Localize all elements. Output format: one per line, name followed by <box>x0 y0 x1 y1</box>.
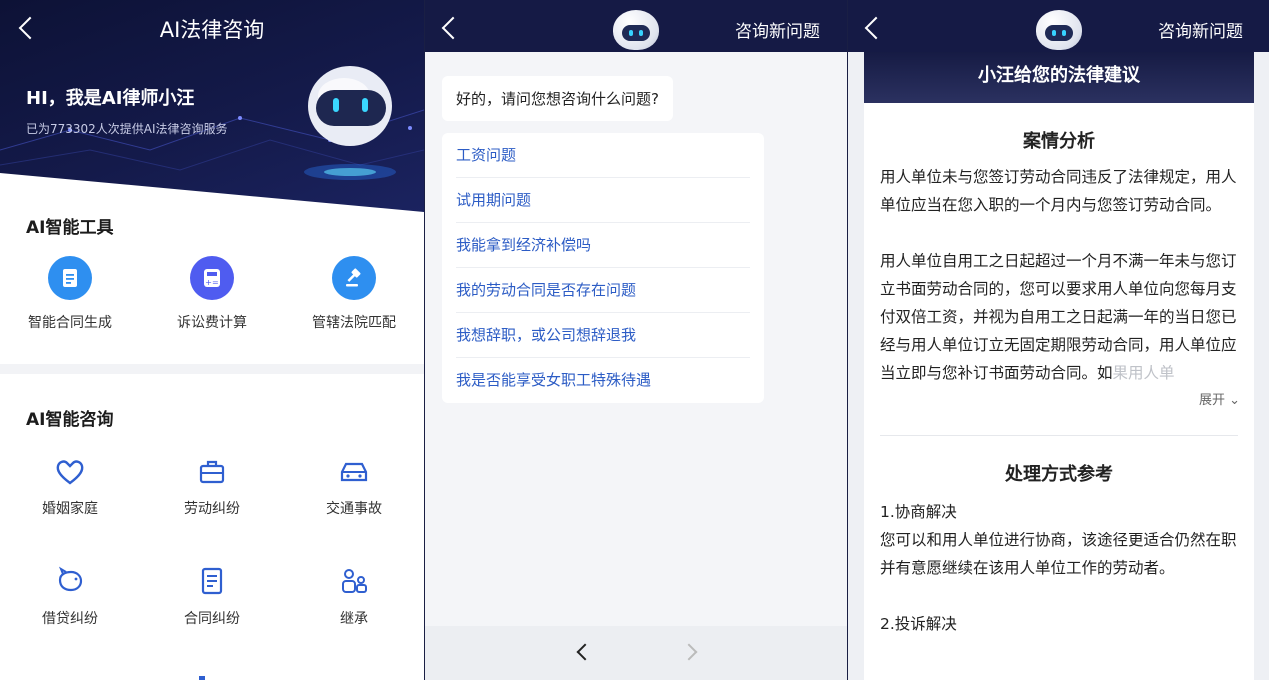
section-divider <box>880 435 1238 436</box>
document-icon <box>48 256 92 300</box>
car-icon <box>340 462 368 482</box>
robot-mascot <box>306 60 394 148</box>
analysis-collapsed-block: 用人单位自用工之日起超过一个月不满一年未与您订立书面劳动合同的，您可以要求用人单… <box>864 247 1254 415</box>
analysis-paragraph-2: 用人单位自用工之日起超过一个月不满一年未与您订立书面劳动合同的，您可以要求用人单… <box>880 252 1237 382</box>
new-question-button[interactable]: 咨询新问题 <box>1158 17 1243 42</box>
question-option[interactable]: 我能拿到经济补偿吗 <box>456 223 750 268</box>
tool-contract-generation[interactable]: 智能合同生成 <box>10 256 130 332</box>
contract-icon <box>201 567 223 595</box>
question-option[interactable]: 我是否能享受女职工特殊待遇 <box>456 358 750 403</box>
tool-label: 管辖法院匹配 <box>312 315 396 331</box>
tool-label: 智能合同生成 <box>28 315 112 331</box>
people-icon <box>342 569 367 593</box>
back-icon[interactable] <box>441 16 465 40</box>
question-options-list: 工资问题 试用期问题 我能拿到经济补偿吗 我的劳动合同是否存在问题 我想辞职，或… <box>442 133 764 403</box>
calculator-icon: += <box>190 256 234 300</box>
piggy-bank-icon <box>58 566 83 592</box>
advice-card: 小汪给您的法律建议 案情分析 用人单位未与您签订劳动合同违反了法律规定，用人单位… <box>864 52 1254 680</box>
top-bar: 咨询新问题 <box>425 0 847 52</box>
tool-fee-calculator[interactable]: += 诉讼费计算 <box>152 256 272 332</box>
consult-inheritance[interactable]: 继承 <box>294 566 414 628</box>
tools-section-title: AI智能工具 <box>26 218 114 238</box>
bottom-nav-bar <box>425 626 847 680</box>
page-title: AI法律咨询 <box>159 18 265 42</box>
consult-label: 继承 <box>340 611 368 627</box>
prev-page-icon[interactable] <box>576 643 594 661</box>
served-count-text: 已为773302人次提供AI法律咨询服务 <box>26 122 228 136</box>
robot-avatar-icon <box>613 10 659 50</box>
bot-prompt-bubble: 好的，请问您想咨询什么问题? <box>442 76 673 121</box>
question-option[interactable]: 试用期问题 <box>456 178 750 223</box>
svg-text:+=: += <box>205 278 218 287</box>
back-icon[interactable] <box>864 16 888 40</box>
advice-card-title: 小汪给您的法律建议 <box>864 52 1254 103</box>
consult-traffic-accident[interactable]: 交通事故 <box>294 458 414 518</box>
consult-marriage-family[interactable]: 婚姻家庭 <box>10 458 130 518</box>
top-bar: 咨询新问题 <box>848 0 1269 52</box>
method-1-title: 1.协商解决 <box>880 503 957 521</box>
robot-avatar-icon <box>1036 10 1082 50</box>
consult-label: 劳动纠纷 <box>184 501 240 517</box>
tool-court-matching[interactable]: 管辖法院匹配 <box>294 256 414 332</box>
home-screen: AI法律咨询 HI，我是AI律师小汪 已为773302人次提供AI法律咨询服务 … <box>0 0 424 680</box>
consult-label: 合同纠纷 <box>184 611 240 627</box>
method-1-text: 您可以和用人单位进行协商，该途径更适合仍然在职并有意愿继续在该用人单位工作的劳动… <box>880 531 1237 577</box>
heart-icon <box>56 460 84 485</box>
consult-label: 借贷纠纷 <box>42 611 98 627</box>
question-option[interactable]: 工资问题 <box>456 133 750 178</box>
question-option[interactable]: 我想辞职，或公司想辞退我 <box>456 313 750 358</box>
expand-button[interactable]: 展开 ⌄ <box>1194 389 1240 408</box>
question-option[interactable]: 我的劳动合同是否存在问题 <box>456 268 750 313</box>
method-heading: 处理方式参考 <box>1005 464 1113 485</box>
tool-label: 诉讼费计算 <box>177 315 247 331</box>
new-question-button[interactable]: 咨询新问题 <box>735 17 820 42</box>
analysis-heading: 案情分析 <box>1023 131 1095 152</box>
hero-banner: AI法律咨询 HI，我是AI律师小汪 已为773302人次提供AI法律咨询服务 <box>0 0 424 215</box>
consult-contract-dispute[interactable]: 合同纠纷 <box>152 566 272 628</box>
next-row-icon-peek <box>199 676 205 680</box>
section-divider <box>0 364 424 374</box>
consult-section-title: AI智能咨询 <box>26 410 114 430</box>
question-select-screen: 咨询新问题 好的，请问您想咨询什么问题? 工资问题 试用期问题 我能拿到经济补偿… <box>424 0 847 680</box>
consult-loan-dispute[interactable]: 借贷纠纷 <box>10 566 130 628</box>
greeting-text: HI，我是AI律师小汪 <box>26 88 195 109</box>
analysis-paragraph-1: 用人单位未与您签订劳动合同违反了法律规定，用人单位应当在您入职的一个月内与您签订… <box>880 168 1237 214</box>
method-2-title: 2.投诉解决 <box>880 615 957 633</box>
next-page-icon[interactable] <box>680 643 698 661</box>
consult-label: 交通事故 <box>326 501 382 517</box>
briefcase-icon <box>199 460 225 484</box>
consult-labor-dispute[interactable]: 劳动纠纷 <box>152 458 272 518</box>
legal-advice-screen: 咨询新问题 小汪给您的法律建议 案情分析 用人单位未与您签订劳动合同违反了法律规… <box>847 0 1269 680</box>
consult-label: 婚姻家庭 <box>42 501 98 517</box>
gavel-icon <box>332 256 376 300</box>
